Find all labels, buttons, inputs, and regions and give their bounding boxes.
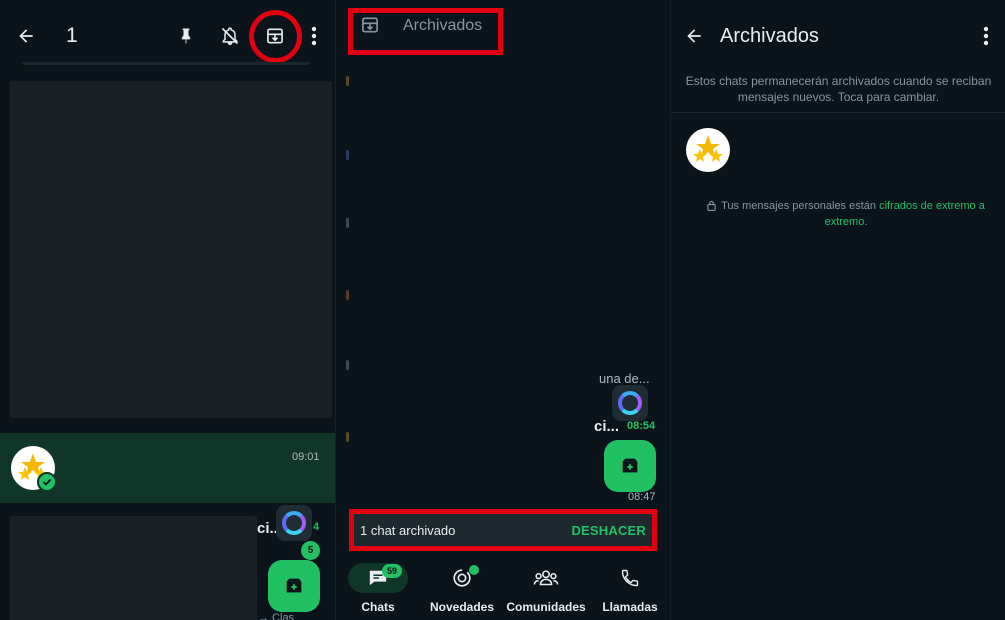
nav-label: Llamadas [602,600,658,614]
chat-time: 08:54 [627,420,656,432]
updates-dot [469,565,479,575]
nav-updates-pill [432,563,492,593]
nav-label: Novedades [429,600,495,614]
lock-icon [707,200,716,215]
chat-list-archived-panel: Archivados una de... ci... 08:54 08:47 1… [335,0,670,620]
archived-highlight-box [348,8,503,55]
list-edge-mark [346,150,349,160]
list-edge-mark [346,76,349,86]
message-preview-fragment: → Clas [258,612,295,620]
nav-updates[interactable]: Novedades [420,552,504,620]
new-chat-icon [286,578,302,593]
encryption-notice: Tus mensajes personales están cifrados d… [701,199,991,229]
meta-ai-icon[interactable] [612,385,648,421]
archive-settings-info[interactable]: Estos chats permanecerán archivados cuan… [683,73,994,105]
chat-time: 09:01 [292,451,320,463]
pin-icon[interactable] [174,24,198,48]
chat-time-fragment: 4 [313,521,320,533]
chat-list-selection-panel: 1 09:01 ci... 4 5 → Clas [0,0,335,620]
nav-calls[interactable]: Llamadas [588,552,670,620]
search-bar-edge [22,62,310,65]
redacted-chat-list [10,81,332,418]
archived-chats-screen: Archivados Estos chats permanecerán arch… [670,0,1005,620]
meta-ai-icon[interactable] [276,505,312,541]
divider [671,112,1005,113]
message-preview-fragment: una de... [599,371,650,386]
nav-label: Chats [361,600,395,614]
redacted-chat-list [10,516,257,620]
phone-icon [621,569,639,587]
encryption-text: Tus mensajes personales están [721,200,880,212]
list-edge-mark [346,360,349,370]
nav-calls-pill [600,563,660,593]
nav-communities[interactable]: Comunidades [504,552,588,620]
bottom-navigation: 59 Chats Novedades Comunidades Llamadas [336,552,670,620]
chats-count-badge: 59 [382,564,402,578]
list-edge-mark [346,432,349,442]
page-title: Archivados [720,25,819,47]
selected-count: 1 [66,24,78,47]
stars-avatar[interactable] [686,128,730,172]
selected-check-icon [37,472,57,492]
more-options-icon[interactable] [304,24,324,48]
mute-icon[interactable] [218,24,242,48]
list-edge-mark [346,218,349,228]
back-arrow-icon[interactable] [14,24,38,48]
more-options-icon[interactable] [976,24,996,48]
list-edge-mark [346,290,349,300]
archive-highlight-circle [249,10,302,63]
encryption-suffix: . [864,216,868,228]
chat-name-fragment: ci... [594,418,620,435]
new-chat-button[interactable] [604,440,656,492]
chat-time: 08:47 [628,491,656,503]
new-chat-icon [622,458,638,473]
nav-communities-pill [516,563,576,593]
back-arrow-icon[interactable] [682,24,706,48]
new-chat-button[interactable] [268,560,320,612]
nav-label: Comunidades [506,600,586,614]
unread-badge: 5 [301,541,320,560]
snackbar-highlight-box [349,509,657,551]
nav-chats[interactable]: 59 Chats [336,552,420,620]
communities-icon [533,570,559,586]
